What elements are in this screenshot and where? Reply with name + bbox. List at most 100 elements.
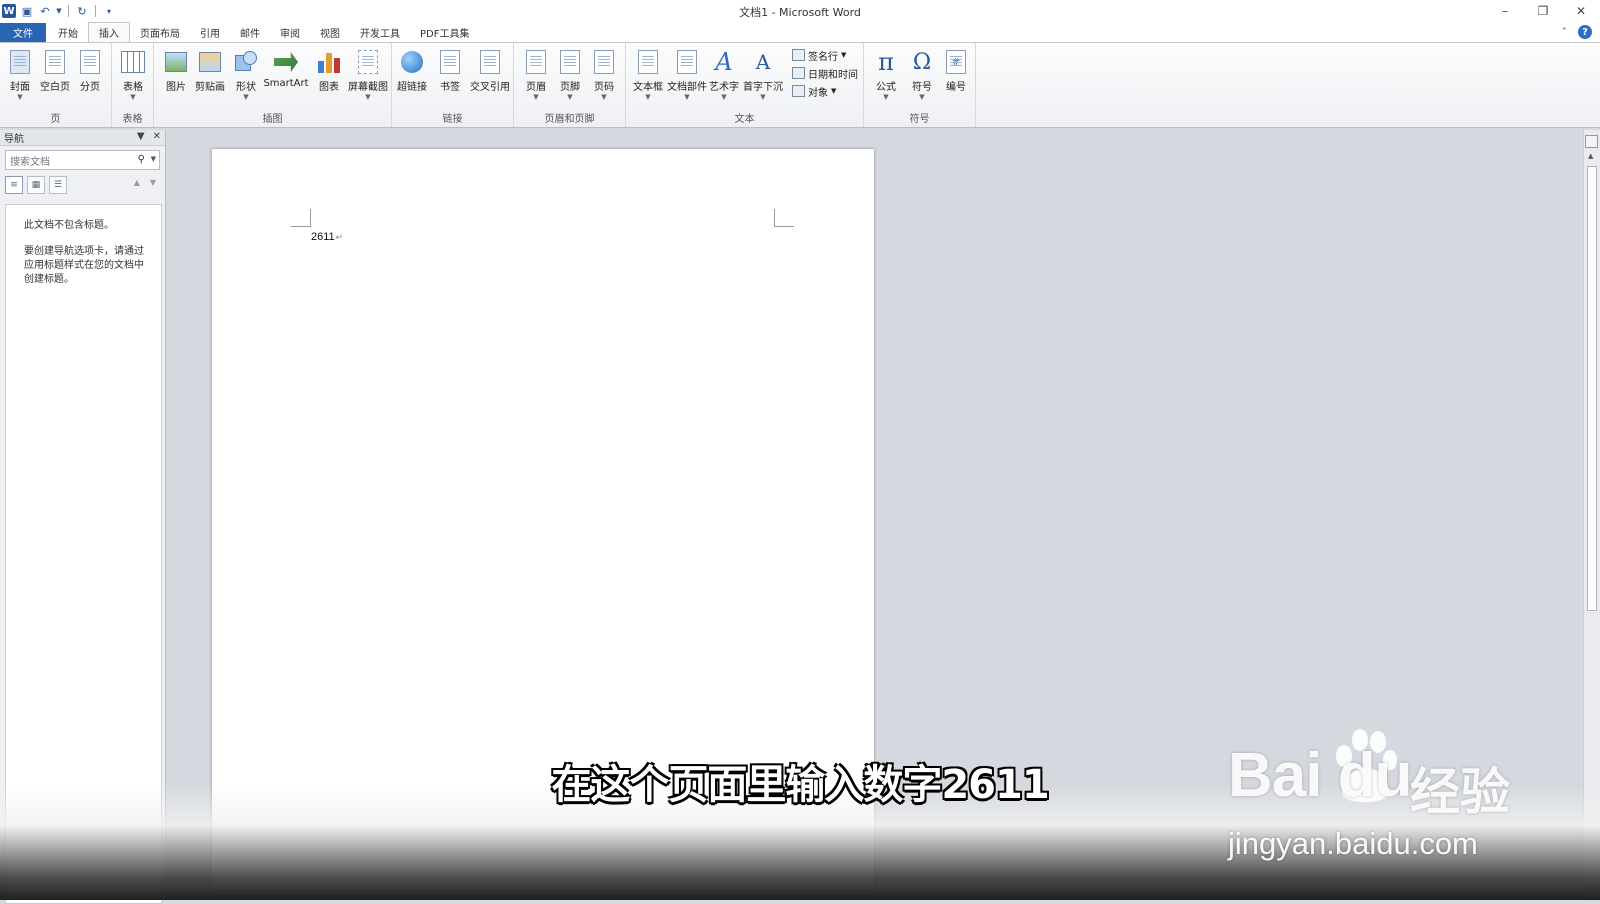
wordart-button[interactable]: A 艺术字 ▼ xyxy=(706,47,742,105)
bookmark-icon xyxy=(440,50,460,74)
crop-mark xyxy=(291,209,311,227)
page-number-button[interactable]: 页码 ▼ xyxy=(586,47,622,105)
picture-button[interactable]: 图片 xyxy=(158,47,194,105)
group-header-footer: 页眉 ▼ 页脚 ▼ 页码 ▼ 页眉和页脚 xyxy=(514,43,626,127)
screenshot-button[interactable]: 屏幕截图 ▼ xyxy=(346,47,390,105)
tab-file[interactable]: 文件 xyxy=(0,23,46,42)
pages-view-icon[interactable]: ▦ xyxy=(27,176,45,194)
cover-page-button[interactable]: 封面 ▼ xyxy=(2,47,38,105)
calendar-icon xyxy=(792,67,805,79)
headings-view-icon[interactable]: ≡ xyxy=(5,176,23,194)
table-icon xyxy=(121,51,145,73)
tab-view[interactable]: 视图 xyxy=(310,23,350,42)
customize-qat-icon[interactable]: ▾ xyxy=(102,4,116,18)
baidu-watermark-jingyan: 经验 xyxy=(1410,763,1510,821)
hyperlink-button[interactable]: 超链接 xyxy=(394,47,430,105)
picture-icon xyxy=(165,52,187,72)
group-label: 文本 xyxy=(734,114,755,125)
word-app-icon[interactable]: W xyxy=(2,4,16,18)
wordart-icon: A xyxy=(715,48,733,76)
blank-page-button[interactable]: 空白页 xyxy=(37,47,73,105)
search-icon[interactable]: ⚲ xyxy=(138,154,145,165)
page-break-button[interactable]: 分页 xyxy=(72,47,108,105)
smartart-button[interactable]: SmartArt xyxy=(262,47,310,105)
scroll-thumb[interactable] xyxy=(1587,166,1597,611)
search-document-input[interactable]: 搜索文档 ⚲ ▼ xyxy=(5,150,160,170)
chevron-down-icon: ▼ xyxy=(365,93,371,101)
footer-button[interactable]: 页脚 ▼ xyxy=(552,47,588,105)
date-time-button[interactable]: 日期和时间 xyxy=(792,65,858,81)
group-text: 文本框 ▼ 文档部件 ▼ A 艺术字 ▼ A 首字下沉 ▼ 签名行 ▼ 日期和时… xyxy=(626,43,864,127)
drop-cap-icon: A xyxy=(755,50,771,74)
chevron-down-icon: ▼ xyxy=(645,93,651,101)
shapes-button[interactable]: 形状 ▼ xyxy=(228,47,264,105)
drop-cap-button[interactable]: A 首字下沉 ▼ xyxy=(742,47,784,105)
header-button[interactable]: 页眉 ▼ xyxy=(518,47,554,105)
chevron-down-icon[interactable]: ▼ xyxy=(137,131,145,142)
object-icon xyxy=(792,85,805,97)
shapes-icon xyxy=(235,51,257,73)
window-controls: – ❐ ✕ xyxy=(1486,0,1600,22)
restore-button[interactable]: ❐ xyxy=(1524,0,1562,22)
text-box-button[interactable]: 文本框 ▼ xyxy=(630,47,666,105)
tab-review[interactable]: 审阅 xyxy=(270,23,310,42)
document-text[interactable]: 2611↵ xyxy=(311,231,343,243)
redo-icon[interactable]: ↻ xyxy=(75,4,89,18)
number-button[interactable]: # 编号 xyxy=(938,47,974,105)
table-button[interactable]: 表格 ▼ xyxy=(115,47,151,105)
tab-pdf-tools[interactable]: PDF工具集 xyxy=(410,23,479,42)
help-icon[interactable]: ? xyxy=(1578,25,1592,39)
navigation-pane-title: 导航 xyxy=(4,134,24,145)
omega-icon: Ω xyxy=(912,49,932,75)
ruler-toggle-icon[interactable] xyxy=(1585,135,1598,148)
bookmark-button[interactable]: 书签 xyxy=(432,47,468,105)
object-button[interactable]: 对象 ▼ xyxy=(792,83,836,99)
text-box-icon xyxy=(638,50,658,74)
results-view-icon[interactable]: ☰ xyxy=(49,176,67,194)
chevron-down-icon: ▼ xyxy=(721,93,727,101)
previous-arrow-icon[interactable]: ▲ xyxy=(134,178,140,187)
chevron-down-icon: ▼ xyxy=(883,93,889,101)
chevron-down-icon: ▼ xyxy=(17,93,23,101)
chevron-down-icon[interactable]: ▼ xyxy=(151,155,156,163)
group-label: 插图 xyxy=(262,114,283,125)
undo-icon[interactable]: ↶ xyxy=(38,4,52,18)
tab-home[interactable]: 开始 xyxy=(48,23,88,42)
group-pages: 封面 ▼ 空白页 分页 页 xyxy=(0,43,112,127)
minimize-ribbon-icon[interactable]: ⌃ xyxy=(1560,27,1568,37)
screenshot-icon xyxy=(358,50,378,74)
tab-page-layout[interactable]: 页面布局 xyxy=(130,23,190,42)
signature-line-button[interactable]: 签名行 ▼ xyxy=(792,47,846,63)
navigation-view-tabs: ≡ ▦ ☰ ▲ ▼ xyxy=(5,174,160,196)
chevron-down-icon[interactable]: ▼ xyxy=(56,4,62,18)
minimize-button[interactable]: – xyxy=(1486,0,1524,22)
clip-art-button[interactable]: 剪贴画 xyxy=(192,47,228,105)
clip-art-icon xyxy=(199,52,221,72)
group-symbols: π 公式 ▼ Ω 符号 ▼ # 编号 符号 xyxy=(864,43,976,127)
tab-mailings[interactable]: 邮件 xyxy=(230,23,270,42)
symbol-button[interactable]: Ω 符号 ▼ xyxy=(904,47,940,105)
close-icon[interactable]: ✕ xyxy=(153,131,161,142)
search-placeholder: 搜索文档 xyxy=(10,156,50,168)
equation-button[interactable]: π 公式 ▼ xyxy=(868,47,904,105)
tab-references[interactable]: 引用 xyxy=(190,23,230,42)
next-arrow-icon[interactable]: ▼ xyxy=(150,178,156,187)
tab-insert[interactable]: 插入 xyxy=(88,22,130,42)
quick-parts-icon xyxy=(677,50,697,74)
chevron-down-icon: ▼ xyxy=(243,93,249,101)
cross-reference-button[interactable]: 交叉引用 xyxy=(468,47,512,105)
quick-access-toolbar: W ▣ ↶ ▼ ↻ ▾ xyxy=(0,4,116,18)
chart-button[interactable]: 图表 xyxy=(311,47,347,105)
close-button[interactable]: ✕ xyxy=(1562,0,1600,22)
header-icon xyxy=(526,50,546,74)
page-number-icon xyxy=(594,50,614,74)
save-icon[interactable]: ▣ xyxy=(20,4,34,18)
signature-line-icon xyxy=(792,49,805,61)
chart-icon xyxy=(318,51,340,73)
tab-developer[interactable]: 开发工具 xyxy=(350,23,410,42)
scroll-up-icon[interactable]: ▲ xyxy=(1588,152,1593,160)
pi-icon: π xyxy=(878,48,894,76)
paragraph-mark: ↵ xyxy=(335,232,344,242)
globe-icon xyxy=(401,51,423,73)
quick-parts-button[interactable]: 文档部件 ▼ xyxy=(666,47,708,105)
